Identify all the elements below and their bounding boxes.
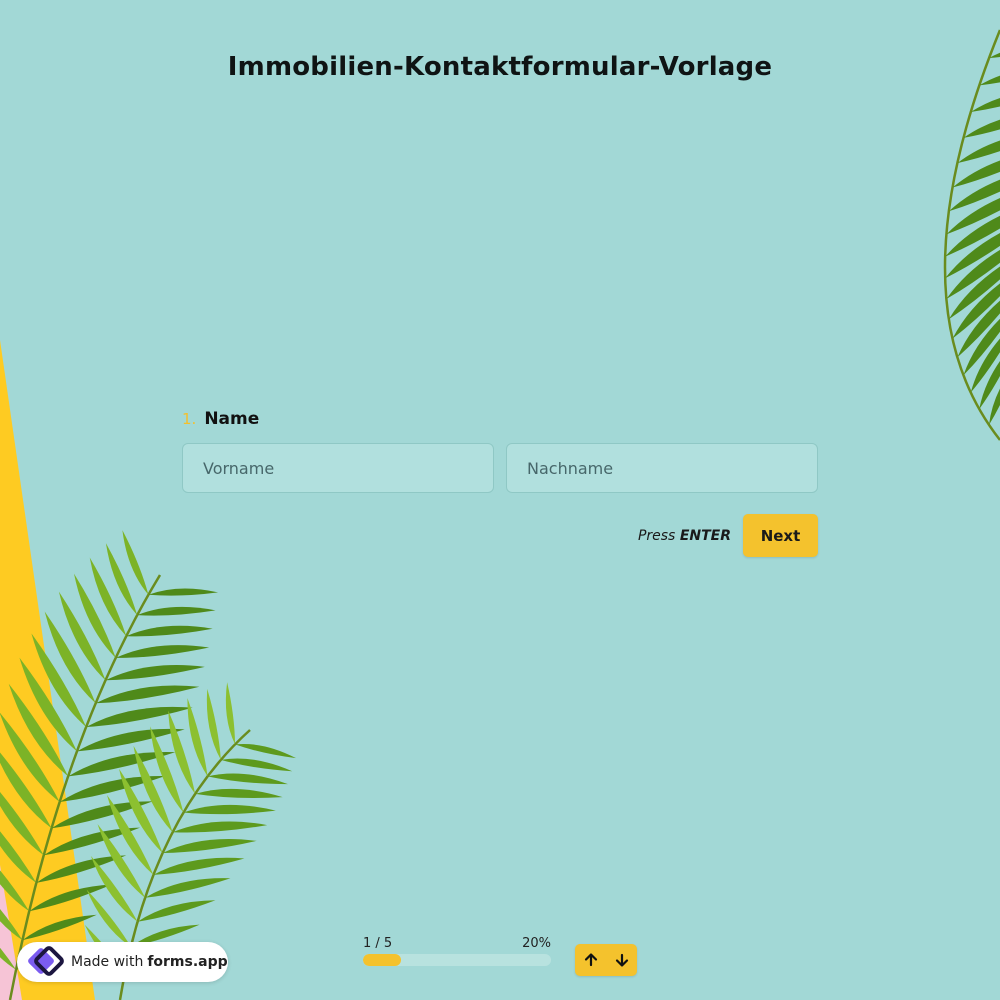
progress-track bbox=[363, 954, 551, 966]
previous-question-button[interactable] bbox=[575, 944, 606, 976]
palm-leaf-icon bbox=[943, 29, 1000, 441]
progress-fill bbox=[363, 954, 401, 966]
progress-percent: 20% bbox=[522, 936, 551, 951]
question-text: Name bbox=[204, 409, 260, 429]
first-name-input[interactable] bbox=[182, 443, 494, 493]
question-actions: Press ENTER Next bbox=[182, 514, 818, 557]
arrow-up-icon bbox=[584, 953, 597, 967]
made-with-badge[interactable]: Made with forms.app bbox=[17, 942, 228, 982]
enter-hint: Press ENTER bbox=[637, 527, 731, 544]
question-name: 1. Name Press ENTER Next bbox=[182, 407, 818, 557]
badge-brand: forms.app bbox=[147, 954, 228, 970]
progress-step: 1 / 5 bbox=[363, 936, 393, 951]
last-name-input[interactable] bbox=[506, 443, 818, 493]
question-number: 1. bbox=[182, 410, 197, 428]
badge-text: Made with bbox=[71, 954, 144, 970]
arrow-down-icon bbox=[615, 953, 628, 967]
progress-indicator: 1 / 5 20% bbox=[363, 936, 551, 966]
question-navigation bbox=[575, 944, 637, 976]
question-label: 1. Name bbox=[182, 407, 818, 431]
form-title: Immobilien-Kontaktformular-Vorlage bbox=[227, 52, 773, 82]
name-inputs bbox=[182, 443, 818, 493]
next-question-button[interactable] bbox=[606, 944, 637, 976]
forms-app-logo-icon bbox=[25, 945, 65, 979]
next-button[interactable]: Next bbox=[743, 514, 818, 557]
